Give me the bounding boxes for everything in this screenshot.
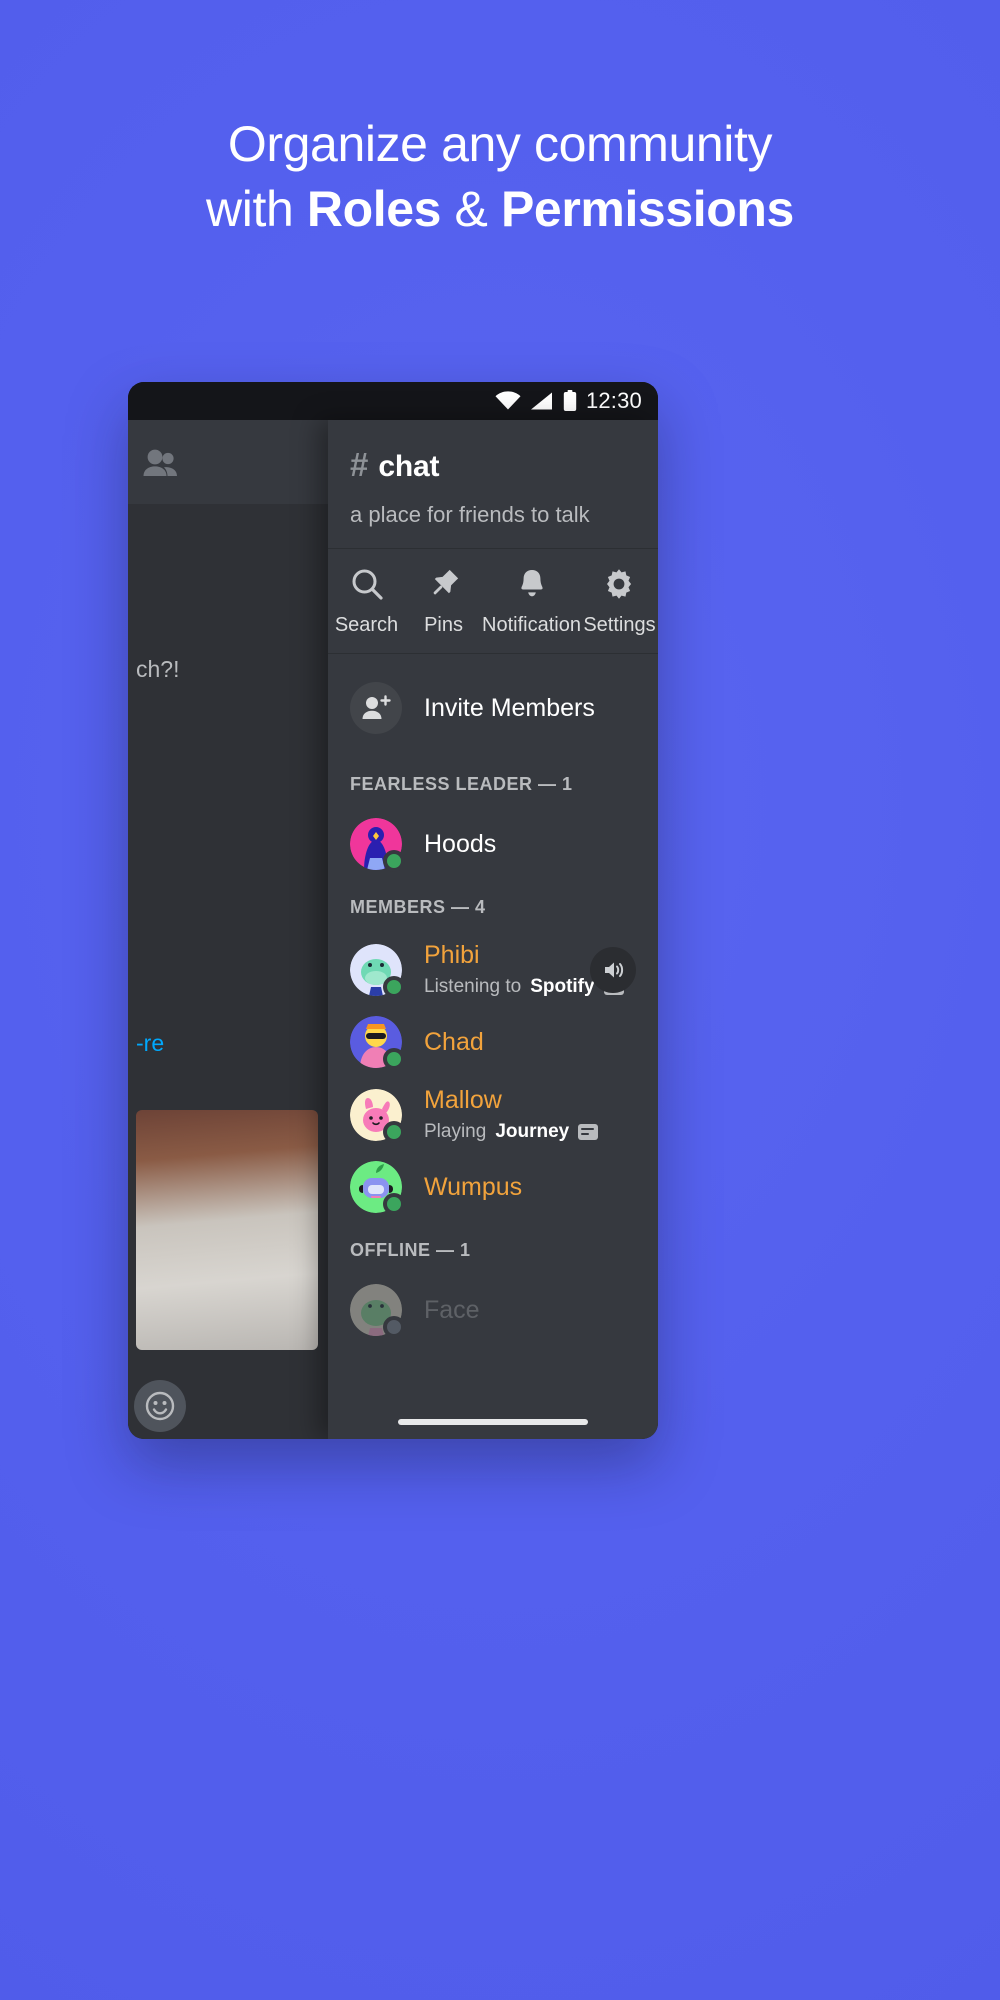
chat-snippet-a: ch?! [136,656,180,682]
channel-name: chat [378,450,440,483]
chat-image-attachment[interactable] [136,1110,318,1350]
avatar [350,818,405,872]
member-status: Playing Journey [424,1121,599,1143]
channel-actions-bar: Search Pins Notification Settings [328,548,658,654]
member-row-phibi[interactable]: Phibi Listening to Spotify [328,932,658,1007]
bell-icon [520,570,543,597]
member-name: Hoods [424,829,497,858]
wifi-icon [495,391,521,410]
member-row-wumpus[interactable]: Wumpus [328,1152,658,1222]
channel-title-row[interactable]: # chat [350,448,636,484]
group-header-offline: OFFLINE — 1 [350,1240,471,1260]
presence-dot [383,850,405,872]
person-add-icon [350,682,402,734]
signal-icon [530,392,552,410]
presence-dot [383,1316,405,1338]
action-settings[interactable]: Settings [581,567,658,637]
phone-mockup: 12:30 ch?! -re # chat a place for friend… [128,382,658,1439]
battery-icon [563,390,577,411]
headline-text-with: with [206,181,307,237]
avatar [350,943,405,998]
action-search[interactable]: Search [328,567,405,637]
action-pins-label: Pins [424,614,463,636]
action-search-label: Search [334,614,399,636]
member-text: Chad [424,1028,484,1057]
member-text: Wumpus [424,1173,522,1202]
people-icon[interactable] [142,448,180,478]
member-name: Wumpus [424,1172,523,1201]
headline-word-permissions: Permissions [500,181,794,237]
presence-dot [383,1048,405,1070]
speaker-icon[interactable] [590,946,636,993]
member-list: Invite Members FEARLESS LEADER — 1 Hoods… [328,654,658,1345]
member-row-mallow[interactable]: Mallow Playing Journey [328,1077,658,1152]
headline-ampersand: & [441,181,501,237]
gear-icon [607,569,632,599]
group-header-fearless-leader: FEARLESS LEADER — 1 [350,774,573,794]
action-pins[interactable]: Pins [405,567,482,637]
home-indicator [398,1419,588,1425]
member-text: Mallow Playing Journey [424,1086,599,1143]
member-text: Hoods [424,830,496,859]
avatar [350,1016,405,1070]
invite-members-row[interactable]: Invite Members [328,660,658,756]
member-name: Face [424,1295,480,1324]
member-status-app: Journey [495,1121,570,1142]
presence-dot [383,1120,405,1143]
headline-line-2: with Roles & Permissions [0,177,1000,242]
search-icon [352,569,383,600]
background-chat-layer[interactable]: ch?! -re [128,420,328,1439]
chat-snippet-b: -re [136,1030,165,1056]
member-list-drawer: # chat a place for friends to talk Searc… [328,420,658,1439]
channel-header: # chat a place for friends to talk [328,420,658,548]
action-notification[interactable]: Notification [482,567,581,637]
member-status-prefix: Playing [424,1121,487,1142]
member-status-app: Spotify [530,976,595,997]
pin-icon [433,569,458,595]
status-bar: 12:30 [128,382,658,420]
action-settings-label: Settings [583,614,656,636]
channel-topic: a place for friends to talk [350,502,590,527]
headline-line-1: Organize any community [227,116,773,172]
hash-icon: # [350,446,369,483]
member-row-chad[interactable]: Chad [328,1007,658,1077]
presence-dot [383,975,405,998]
group-header-members: MEMBERS — 4 [350,897,486,917]
presence-dot [383,1193,405,1215]
headline-word-roles: Roles [306,181,442,237]
member-status-prefix: Listening to [424,976,522,997]
member-row-face[interactable]: Face [328,1275,658,1345]
activity-badge-icon [578,1124,599,1140]
avatar [350,1161,405,1215]
member-text: Face [424,1296,480,1325]
emoji-icon[interactable] [134,1380,186,1432]
avatar [350,1284,405,1338]
member-name: Chad [424,1027,484,1056]
action-notification-label: Notification [482,614,581,636]
promo-headline: Organize any community with Roles & Perm… [0,112,1000,242]
member-name: Mallow [424,1086,502,1114]
avatar [350,1088,405,1143]
chat-top-bar [128,420,328,504]
invite-members-label: Invite Members [424,693,595,722]
member-row-hoods[interactable]: Hoods [328,809,658,879]
status-bar-clock: 12:30 [585,388,642,413]
